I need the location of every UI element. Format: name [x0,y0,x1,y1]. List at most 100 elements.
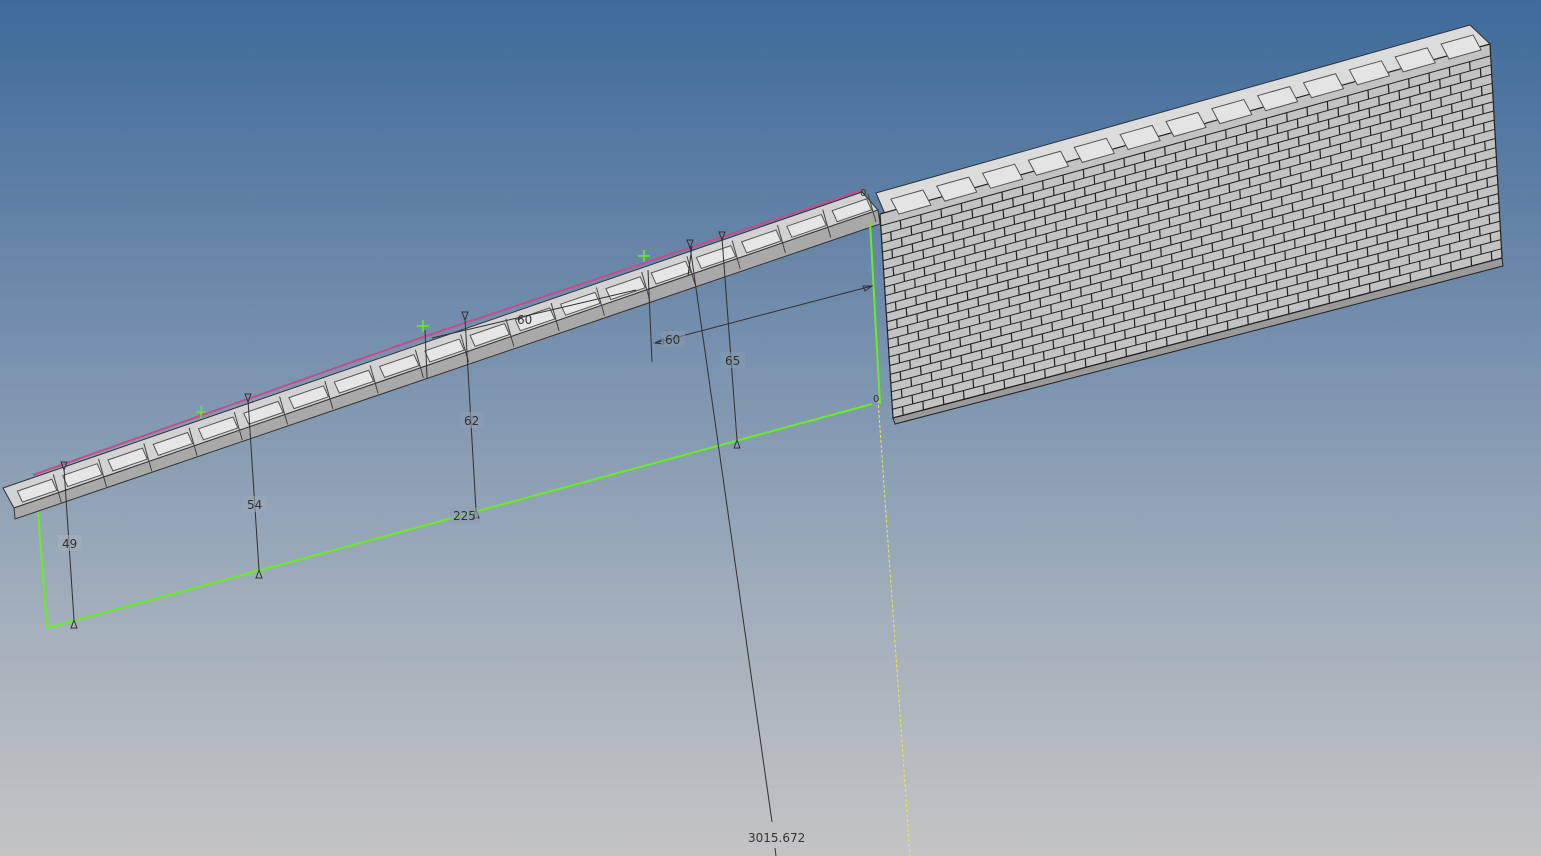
dimension-60b-label[interactable]: 60 [517,313,532,327]
mortar-joint [890,231,892,241]
mortar-joint [1274,262,1277,272]
mortar-joint [1428,72,1431,83]
sketch-profile[interactable] [37,221,881,629]
mortar-joint [1173,289,1175,299]
mortar-joint [998,309,1001,319]
dimension-225-label[interactable]: 225 [453,509,476,523]
dimension-62-label[interactable]: 62 [464,414,479,428]
mortar-joint [1432,146,1435,156]
mortar-joint [1205,308,1208,318]
mortar-joint [1316,269,1319,279]
dimension-60-line[interactable] [654,285,873,344]
mortar-joint [1184,140,1187,150]
mortar-joint [1249,195,1252,206]
dimension-0-label[interactable]: 0 [860,188,866,199]
dimension-60-label[interactable]: 60 [665,333,680,347]
mortar-joint [1444,170,1447,180]
mortar-joint [1168,218,1171,228]
mortar-joint [1154,312,1156,322]
mortar-joint [1358,120,1361,130]
dimension-3015-label[interactable]: 3015.672 [748,831,805,845]
mortar-joint [955,285,958,295]
mortar-joint [1210,224,1213,235]
mortar-joint [1177,188,1179,198]
mortar-joint [1430,109,1433,119]
brick-wall[interactable] [875,24,1504,425]
mortar-joint [1174,307,1177,317]
mortar-joint [1022,356,1025,366]
mortar-joint [1381,150,1384,160]
mortar-joint [1328,294,1331,304]
mortar-joint [1419,261,1421,271]
mortar-joint [911,395,914,404]
mortar-joint [971,209,974,219]
mortar-joint [1175,325,1178,335]
mortar-joint [1389,278,1391,288]
mortar-joint [1103,335,1106,345]
dimension-0-label[interactable]: 0 [873,394,879,405]
mortar-joint [1154,158,1157,168]
mortar-joint [1449,243,1451,254]
mortar-joint [1246,141,1249,152]
mortar-joint [1411,133,1414,143]
mortar-joint [989,320,992,330]
sketch-point[interactable] [638,250,650,262]
mortar-joint [1266,292,1269,302]
mortar-joint [923,267,926,277]
mortar-joint [1155,330,1157,340]
mortar-joint [1427,230,1430,241]
mortar-joint [952,384,954,394]
mortar-joint [968,326,971,336]
mortar-joint [1456,195,1459,205]
mortar-joint [928,337,931,347]
mortar-joint [1344,216,1346,226]
mortar-joint [910,377,913,387]
mortar-joint [1003,379,1006,389]
selected-edge[interactable] [32,189,863,476]
mortar-joint [922,401,925,411]
mortar-joint [1467,201,1469,212]
model-scene[interactable]: 49 54 62 65 60 60 225 3015.672 0 0 [0,0,1541,856]
sketch-line-left-vertical[interactable] [37,511,48,629]
mortar-joint [1284,250,1287,260]
mortar-joint [1226,147,1228,157]
mortar-joint [1032,192,1035,202]
mortar-joint [1232,255,1235,265]
mortar-joint [1476,189,1479,200]
mortar-joint [1244,279,1247,289]
sketch-line-right-vertical[interactable] [869,221,881,405]
mortar-joint [1065,228,1068,238]
mortar-joint [1395,211,1398,221]
mortar-joint [1073,352,1076,362]
mortar-joint [1025,239,1027,249]
mortar-joint [1323,221,1326,231]
mortar-joint [1161,265,1164,275]
mortar-joint [1378,271,1381,281]
mortar-joint [1480,86,1483,96]
mortar-joint [992,373,995,383]
mortar-joint [1426,212,1429,222]
mortar-joint [1424,176,1427,186]
3d-viewport[interactable]: 49 54 62 65 60 60 225 3015.672 0 0 [0,0,1541,856]
dimension-49-label[interactable]: 49 [62,537,77,551]
mortar-joint [1172,271,1174,281]
sloped-coping[interactable] [2,189,881,520]
mortar-joint [1386,241,1389,251]
mortar-joint [1229,201,1232,211]
mortar-joint [1488,214,1491,225]
dimension-3015-line[interactable] [689,245,773,823]
mortar-joint [1331,173,1333,183]
mortar-joint [1186,331,1188,341]
mortar-joint [1009,315,1012,325]
mortar-joint [1051,322,1054,332]
mortar-joint [1228,183,1231,193]
mortar-joint [1337,282,1340,292]
dimension-labels[interactable]: 49 54 62 65 60 60 225 3015.672 0 0 [58,188,879,845]
mortar-joint [1190,230,1192,240]
mortar-joint [1475,171,1478,181]
dimension-65-label[interactable]: 65 [725,354,740,368]
mortar-joint [972,226,975,236]
sketch-point[interactable] [417,320,429,332]
mortar-joint [1100,281,1103,291]
dimension-54-label[interactable]: 54 [247,498,262,512]
